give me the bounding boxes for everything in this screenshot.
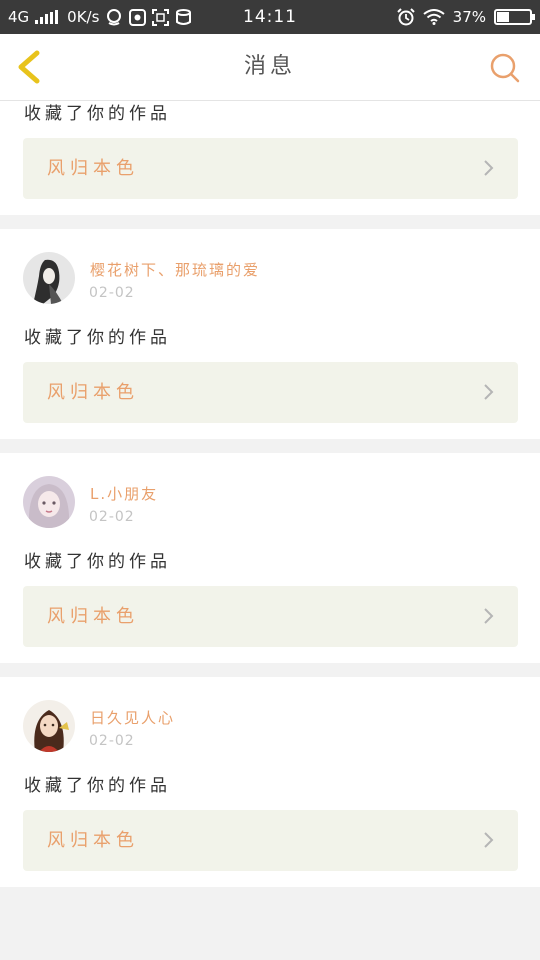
chevron-right-icon bbox=[484, 608, 494, 624]
wifi-icon bbox=[423, 9, 445, 25]
message-card: L.小朋友 02-02 收藏了你的作品 风归本色 bbox=[0, 453, 540, 663]
work-title: 风归本色 bbox=[47, 606, 139, 627]
chevron-right-icon bbox=[484, 160, 494, 176]
work-title: 风归本色 bbox=[47, 158, 139, 179]
message-card: 02-02 收藏了你的作品 风归本色 bbox=[0, 101, 540, 215]
message-text: 收藏了你的作品 bbox=[24, 552, 171, 572]
status-right: 37% bbox=[396, 0, 535, 34]
message-list[interactable]: 02-02 收藏了你的作品 风归本色 樱花树下、那琉璃的爱 02-02 bbox=[0, 101, 540, 960]
message-date: 02-02 bbox=[89, 285, 135, 301]
work-link[interactable]: 风归本色 bbox=[23, 138, 518, 199]
work-link[interactable]: 风归本色 bbox=[23, 586, 518, 647]
work-title: 风归本色 bbox=[47, 382, 139, 403]
message-date: 02-02 bbox=[89, 509, 135, 525]
message-text: 收藏了你的作品 bbox=[24, 104, 171, 124]
avatar[interactable] bbox=[23, 700, 75, 752]
username[interactable]: 日久见人心 bbox=[90, 707, 175, 728]
status-bar: 4G 0K/s 14:11 37% bbox=[0, 0, 540, 34]
username[interactable]: L.小朋友 bbox=[90, 483, 158, 504]
alarm-icon bbox=[396, 8, 415, 26]
work-link[interactable]: 风归本色 bbox=[23, 362, 518, 423]
work-link[interactable]: 风归本色 bbox=[23, 810, 518, 871]
battery-percent: 37% bbox=[452, 8, 486, 26]
message-text: 收藏了你的作品 bbox=[24, 328, 171, 348]
chevron-right-icon bbox=[484, 832, 494, 848]
username[interactable]: 樱花树下、那琉璃的爱 bbox=[90, 259, 260, 280]
chevron-right-icon bbox=[484, 384, 494, 400]
search-button[interactable] bbox=[488, 51, 522, 85]
work-title: 风归本色 bbox=[47, 830, 139, 851]
avatar-hood-icon bbox=[23, 476, 75, 528]
message-card: 樱花树下、那琉璃的爱 02-02 收藏了你的作品 风归本色 bbox=[0, 229, 540, 439]
avatar[interactable] bbox=[23, 476, 75, 528]
page-title: 消息 bbox=[243, 54, 296, 79]
message-text: 收藏了你的作品 bbox=[24, 776, 171, 796]
battery-icon bbox=[494, 9, 535, 25]
avatar-long-hair-icon bbox=[23, 700, 75, 752]
avatar[interactable] bbox=[23, 252, 75, 304]
message-date: 02-02 bbox=[89, 733, 135, 749]
app-header: 消息 bbox=[0, 34, 540, 101]
avatar-dark-hair-icon bbox=[23, 252, 75, 304]
message-card: 日久见人心 02-02 收藏了你的作品 风归本色 bbox=[0, 677, 540, 887]
